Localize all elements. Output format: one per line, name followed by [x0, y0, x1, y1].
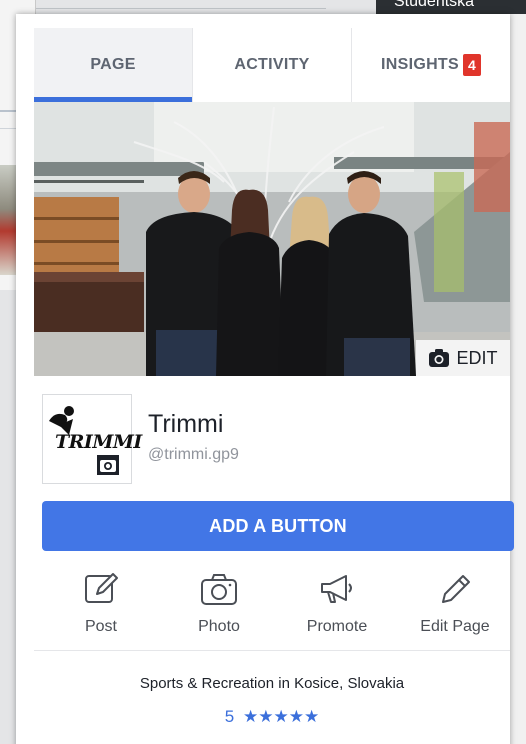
- background-label: Studentská: [376, 0, 526, 14]
- page-actions: Post Photo Promote Edit Page: [42, 572, 514, 642]
- cover-photo[interactable]: EDIT: [34, 102, 510, 376]
- background-line: [36, 8, 326, 9]
- page-rating[interactable]: 5 ★★★★★: [34, 707, 510, 727]
- page-category: Sports & Recreation in Kosice, Slovakia: [139, 675, 405, 692]
- rating-stars: ★★★★★: [243, 707, 320, 726]
- page-username: @trimmi.gp9: [148, 446, 239, 463]
- tab-insights[interactable]: INSIGHTS 4: [352, 28, 510, 102]
- post-action[interactable]: Post: [42, 572, 160, 642]
- divider: [34, 650, 510, 651]
- add-a-button[interactable]: ADD A BUTTON: [42, 501, 514, 551]
- camera-icon[interactable]: [97, 455, 119, 475]
- promote-action[interactable]: Promote: [278, 572, 396, 642]
- tab-activity[interactable]: ACTIVITY: [193, 28, 352, 102]
- rating-value: 5: [224, 707, 235, 726]
- page-card: PAGE ACTIVITY INSIGHTS 4 EDIT TRIMMI Tri…: [16, 14, 514, 744]
- edit-page-action[interactable]: Edit Page: [396, 572, 514, 642]
- profile-picture[interactable]: TRIMMI: [42, 394, 142, 484]
- camera-icon: [201, 574, 237, 605]
- camera-icon: [429, 349, 450, 367]
- tab-page[interactable]: PAGE: [34, 28, 193, 102]
- notification-badge: 4: [462, 54, 481, 76]
- edit-cover-button[interactable]: EDIT: [416, 340, 510, 376]
- pencil-icon: [442, 575, 470, 603]
- logo-text: TRIMMI: [55, 431, 142, 453]
- photo-action[interactable]: Photo: [160, 572, 278, 642]
- megaphone-icon: [321, 575, 352, 603]
- page-tabs: PAGE ACTIVITY INSIGHTS 4: [34, 28, 510, 102]
- cover-photo-illustration: [34, 102, 510, 376]
- compose-icon: [85, 573, 118, 603]
- page-title: Trimmi: [148, 410, 224, 438]
